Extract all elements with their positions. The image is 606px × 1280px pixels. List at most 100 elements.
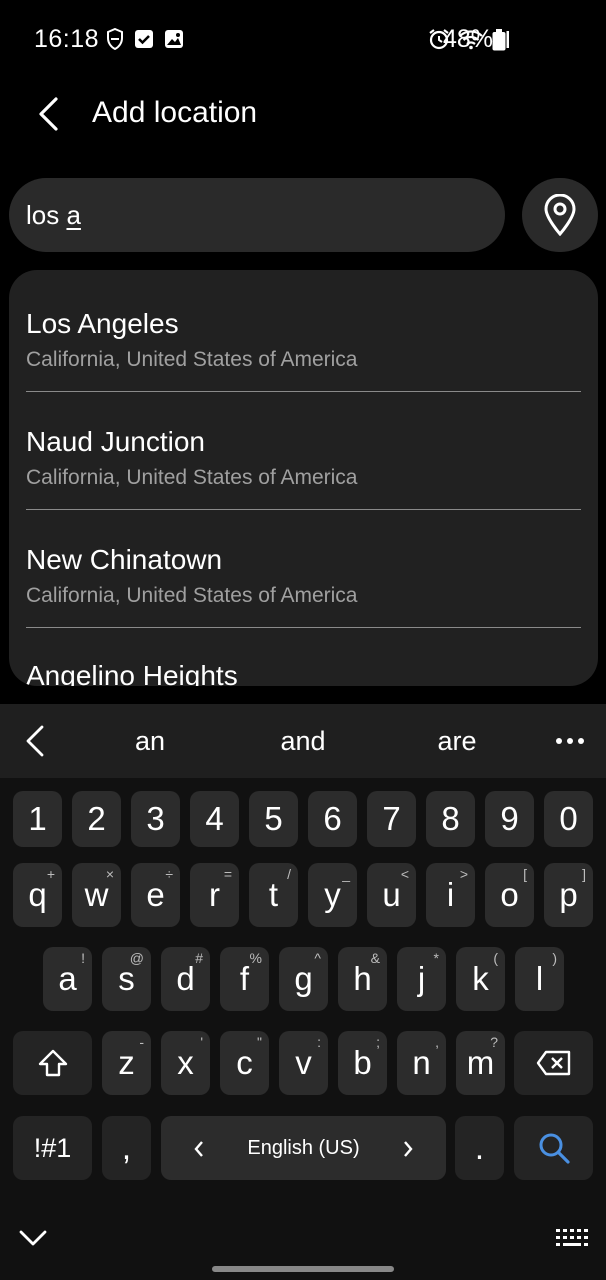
suggestion-collapse-icon[interactable] <box>22 724 50 758</box>
key-w[interactable]: w × <box>72 863 121 927</box>
key-secondary-label: < <box>400 866 409 882</box>
key-label: v <box>295 1044 312 1081</box>
key-l[interactable]: l) <box>515 947 564 1011</box>
comma-key[interactable]: , <box>102 1116 151 1180</box>
header: Add location <box>0 80 606 148</box>
key-label: i <box>446 876 455 913</box>
key-8[interactable]: 8 <box>426 791 475 847</box>
key-secondary-label: ) <box>552 950 557 966</box>
shift-icon <box>38 1049 67 1077</box>
key-f[interactable]: f% <box>220 947 269 1011</box>
key-secondary-label: @ <box>129 950 144 966</box>
suggestion-1[interactable]: an <box>90 726 210 757</box>
result-item[interactable]: Naud Junction California, United States … <box>26 388 581 506</box>
result-item-partial[interactable]: Angelino Heights <box>26 660 238 686</box>
key-secondary-label: ! <box>81 950 85 966</box>
key-q[interactable]: q + <box>13 863 62 927</box>
home-indicator[interactable] <box>212 1266 394 1272</box>
key-label: j <box>417 960 426 997</box>
location-pin-icon <box>544 194 576 236</box>
key-5[interactable]: 5 <box>249 791 298 847</box>
key-label: d <box>176 960 195 997</box>
search-input[interactable]: los a <box>9 178 505 252</box>
key-v[interactable]: v: <box>279 1031 328 1095</box>
backspace-icon <box>536 1050 570 1076</box>
key-b[interactable]: b; <box>338 1031 387 1095</box>
result-region: California, United States of America <box>26 584 358 607</box>
divider <box>26 627 581 628</box>
result-name: Los Angeles <box>26 308 179 339</box>
key-secondary-label: ] <box>582 866 586 882</box>
search-key[interactable] <box>514 1116 593 1180</box>
key-secondary-label: " <box>257 1034 262 1050</box>
key-p[interactable]: p] <box>544 863 593 927</box>
result-item[interactable]: New Chinatown California, United States … <box>26 506 581 624</box>
result-region: California, United States of America <box>26 466 358 489</box>
space-key[interactable]: English (US) <box>161 1116 446 1180</box>
key-label: t <box>268 876 279 913</box>
key-label: c <box>236 1044 253 1081</box>
key-secondary-label: # <box>195 950 203 966</box>
status-bar: 16:18 48% <box>0 0 606 80</box>
shift-key[interactable] <box>13 1031 92 1095</box>
key-0[interactable]: 0 <box>544 791 593 847</box>
period-key[interactable]: . <box>455 1116 504 1180</box>
key-secondary-label: _ <box>342 866 350 882</box>
key-secondary-label: ^ <box>314 950 321 966</box>
key-6[interactable]: 6 <box>308 791 357 847</box>
key-d[interactable]: d # <box>161 947 210 1011</box>
keyboard-switch-icon[interactable] <box>554 1226 592 1252</box>
key-secondary-label: % <box>249 950 262 966</box>
key-secondary-label: + <box>46 866 55 882</box>
key-3[interactable]: 3 <box>131 791 180 847</box>
key-c[interactable]: c " <box>220 1031 269 1095</box>
key-s[interactable]: s @ <box>102 947 151 1011</box>
key-i[interactable]: i > <box>426 863 475 927</box>
key-1[interactable]: 1 <box>13 791 62 847</box>
key-g[interactable]: g ^ <box>279 947 328 1011</box>
status-icons-left <box>106 28 184 50</box>
key-a[interactable]: a! <box>43 947 92 1011</box>
key-x[interactable]: x ' <box>161 1031 210 1095</box>
key-m[interactable]: m? <box>456 1031 505 1095</box>
hide-keyboard-icon[interactable] <box>18 1226 48 1250</box>
backspace-key[interactable] <box>514 1031 593 1095</box>
key-secondary-label: = <box>223 866 232 882</box>
current-location-button[interactable] <box>522 178 598 252</box>
key-z[interactable]: z- <box>102 1031 151 1095</box>
key-2[interactable]: 2 <box>72 791 121 847</box>
key-e[interactable]: e ÷ <box>131 863 180 927</box>
result-region: California, United States of America <box>26 348 358 371</box>
key-secondary-label: * <box>433 950 439 966</box>
gallery-icon <box>165 30 183 48</box>
back-arrow-icon <box>39 97 58 131</box>
result-name: Naud Junction <box>26 426 206 457</box>
key-9[interactable]: 9 <box>485 791 534 847</box>
key-7[interactable]: 7 <box>367 791 416 847</box>
suggestion-bar: an and are <box>0 704 606 778</box>
key-secondary-label: & <box>370 950 380 966</box>
suggestion-2[interactable]: and <box>243 726 363 757</box>
key-u[interactable]: u < <box>367 863 416 927</box>
back-button[interactable] <box>28 90 68 138</box>
suggestion-3[interactable]: are <box>397 726 517 757</box>
key-r[interactable]: r = <box>190 863 239 927</box>
key-j[interactable]: j * <box>397 947 446 1011</box>
key-secondary-label: ' <box>200 1034 203 1050</box>
symbols-key[interactable]: !#1 <box>13 1116 92 1180</box>
result-item[interactable]: Los Angeles California, United States of… <box>26 270 581 388</box>
key-n[interactable]: n, <box>397 1031 446 1095</box>
key-secondary-label: ; <box>376 1034 380 1050</box>
key-4[interactable]: 4 <box>190 791 239 847</box>
key-label: y <box>324 876 341 913</box>
key-h[interactable]: h & <box>338 947 387 1011</box>
key-t[interactable]: t / <box>249 863 298 927</box>
key-label: h <box>353 960 372 997</box>
key-label: z <box>118 1044 135 1081</box>
key-o[interactable]: o[ <box>485 863 534 927</box>
key-secondary-label: : <box>317 1034 321 1050</box>
key-label: n <box>412 1044 431 1081</box>
key-k[interactable]: k( <box>456 947 505 1011</box>
key-y[interactable]: y _ <box>308 863 357 927</box>
more-options-icon[interactable] <box>554 724 586 758</box>
